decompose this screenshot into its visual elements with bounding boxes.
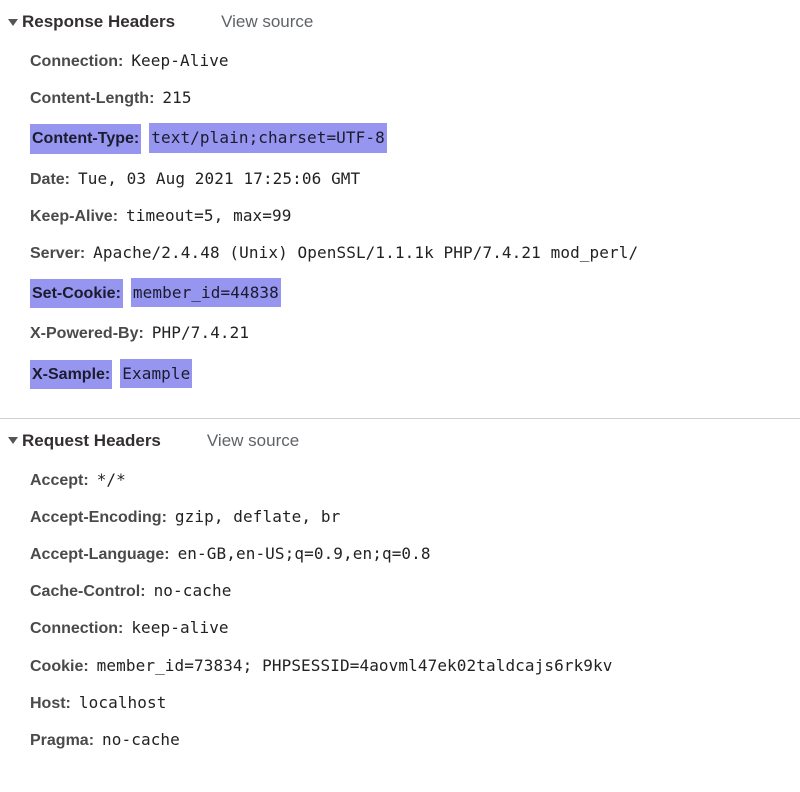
header-name: Server:	[30, 242, 85, 265]
header-value: no-cache	[154, 579, 232, 602]
response-headers-list: Connection:Keep-AliveContent-Length:215C…	[0, 49, 800, 408]
header-value: no-cache	[102, 728, 180, 751]
header-row[interactable]: Cache-Control: no-cache	[0, 579, 800, 603]
header-name: X-Sample:	[30, 360, 112, 389]
header-row[interactable]: X-Sample: Example	[0, 359, 800, 389]
header-row[interactable]: Host: localhost	[0, 691, 800, 715]
header-name: Keep-Alive:	[30, 205, 118, 228]
header-row[interactable]: Accept-Encoding: gzip, deflate, br	[0, 505, 800, 529]
header-name: Accept:	[30, 469, 89, 492]
disclosure-triangle-icon[interactable]	[8, 19, 18, 26]
request-headers-section-header[interactable]: Request Headers View source	[0, 427, 800, 455]
header-name: Pragma:	[30, 729, 94, 752]
header-value: text/plain;charset=UTF-8	[149, 123, 387, 152]
header-row[interactable]: Accept-Language: en-GB,en-US;q=0.9,en;q=0…	[0, 542, 800, 566]
header-value: en-GB,en-US;q=0.9,en;q=0.8	[178, 542, 431, 565]
header-name: X-Powered-By:	[30, 322, 144, 345]
request-headers-list: Accept: */* Accept-Encoding: gzip, deflate,…	[0, 468, 800, 772]
header-name: Cookie:	[30, 655, 89, 678]
view-source-link[interactable]: View source	[207, 431, 299, 451]
header-row[interactable]: Accept: */*	[0, 468, 800, 492]
header-name: Date:	[30, 168, 70, 191]
header-name: Content-Length:	[30, 87, 154, 110]
header-name: Host:	[30, 692, 71, 715]
header-value: member_id=73834; PHPSESSID=4aovml47ek02t…	[97, 654, 613, 677]
header-row[interactable]: Connection: Keep-Alive	[0, 49, 800, 73]
header-value: keep-alive	[131, 616, 228, 639]
header-row[interactable]: Keep-Alive: timeout=5, max=99	[0, 204, 800, 228]
header-value: localhost	[79, 691, 167, 714]
header-value: Apache/2.4.48 (Unix) OpenSSL/1.1.1k PHP/…	[93, 241, 638, 264]
header-name: Cache-Control:	[30, 580, 146, 603]
header-value: member_id=44838	[131, 278, 281, 307]
header-name: Accept-Encoding:	[30, 506, 167, 529]
response-headers-section-header[interactable]: Response Headers View source	[0, 8, 800, 36]
header-value: Keep-Alive	[131, 49, 228, 72]
header-name: Accept-Language:	[30, 543, 170, 566]
header-value: gzip, deflate, br	[175, 505, 340, 528]
header-row[interactable]: Content-Type: text/plain;charset=UTF-8	[0, 123, 800, 153]
header-name: Content-Type:	[30, 124, 141, 153]
header-name: Connection:	[30, 50, 123, 73]
header-value: Example	[120, 359, 192, 388]
view-source-link[interactable]: View source	[221, 12, 313, 32]
header-value: 215	[162, 86, 191, 109]
header-row[interactable]: Pragma: no-cache	[0, 728, 800, 752]
request-headers-title: Request Headers	[22, 431, 161, 451]
header-row[interactable]: X-Powered-By: PHP/7.4.21	[0, 321, 800, 345]
response-headers-title: Response Headers	[22, 12, 175, 32]
header-value: timeout=5, max=99	[126, 204, 291, 227]
disclosure-triangle-icon[interactable]	[8, 437, 18, 444]
header-value: PHP/7.4.21	[152, 321, 249, 344]
header-row[interactable]: Set-Cookie: member_id=44838	[0, 278, 800, 308]
header-row[interactable]: Connection: keep-alive	[0, 616, 800, 640]
section-divider	[0, 418, 800, 419]
header-row[interactable]: Server: Apache/2.4.48 (Unix) OpenSSL/1.1.…	[0, 241, 800, 265]
header-value: */*	[97, 468, 126, 491]
header-name: Connection:	[30, 617, 123, 640]
header-row[interactable]: Date: Tue, 03 Aug 2021 17:25:06 GMT	[0, 167, 800, 191]
header-value: Tue, 03 Aug 2021 17:25:06 GMT	[78, 167, 360, 190]
header-row[interactable]: Cookie: member_id=73834; PHPSESSID=4aovml…	[0, 654, 800, 678]
header-name: Set-Cookie:	[30, 279, 123, 308]
header-row[interactable]: Content-Length: 215	[0, 86, 800, 110]
